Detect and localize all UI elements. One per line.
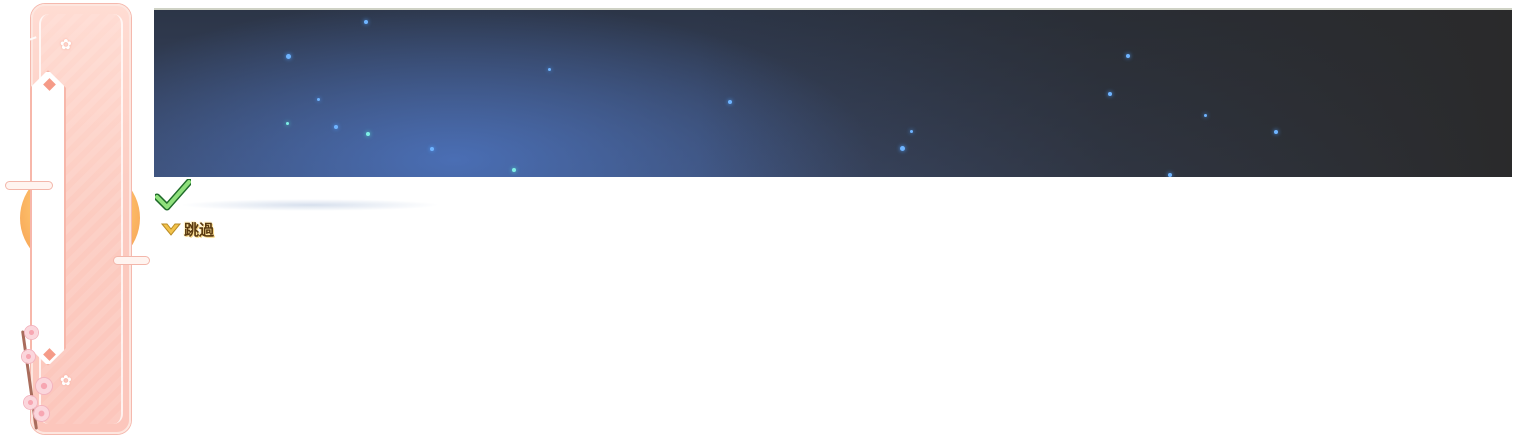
star: [1204, 114, 1207, 117]
starry-banner: [154, 8, 1512, 177]
banner-glow: [180, 199, 440, 211]
star: [512, 168, 516, 172]
star: [1126, 54, 1130, 58]
skip-button[interactable]: 跳過: [160, 218, 214, 242]
star: [900, 146, 905, 151]
check-icon: [155, 179, 191, 211]
flower-top-icon: ✿: [60, 37, 72, 53]
blossom-icon: [34, 406, 49, 421]
flower-bottom-icon: ✿: [60, 373, 72, 389]
star: [1108, 92, 1112, 96]
skip-label: 跳過: [184, 221, 215, 239]
scroll-ornament: ✿ ✿: [0, 0, 154, 438]
scroll-rod-right: [113, 256, 150, 265]
star: [430, 147, 434, 151]
chevron-down-icon: [160, 223, 182, 236]
star: [1274, 130, 1278, 134]
blossom-icon: [22, 350, 35, 363]
star: [317, 98, 320, 101]
star: [286, 54, 291, 59]
scroll-rod-left: [5, 181, 53, 190]
star: [334, 125, 338, 129]
star: [728, 100, 732, 104]
star: [364, 20, 368, 24]
blossom-icon: [25, 326, 38, 339]
star: [548, 68, 551, 71]
star: [910, 130, 913, 133]
game-screen: ✿ ✿ 跳過: [0, 0, 1514, 438]
blossom-icon: [36, 378, 52, 394]
scroll-text-slot: [30, 70, 66, 366]
star: [286, 122, 289, 125]
star: [1168, 173, 1172, 177]
star: [366, 132, 370, 136]
blossom-icon: [24, 396, 37, 409]
